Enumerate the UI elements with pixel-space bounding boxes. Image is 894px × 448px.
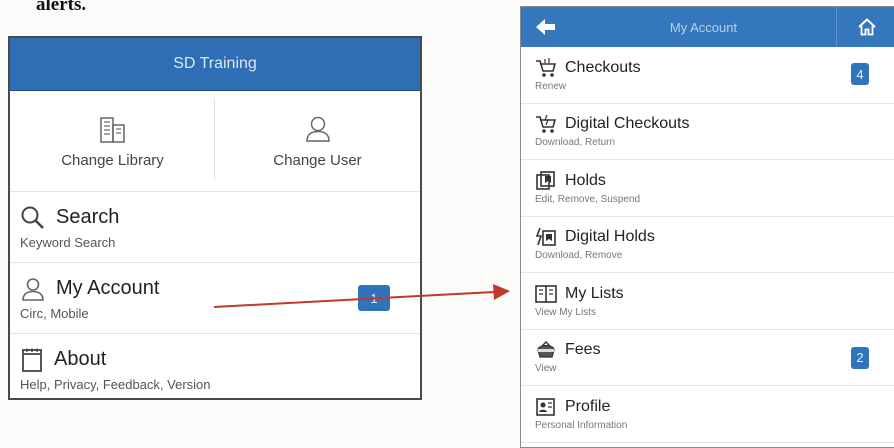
account-item-subtitle: Download, Return xyxy=(535,137,616,149)
account-item-subtitle: View xyxy=(535,363,557,375)
account-item-title: My Lists xyxy=(565,284,624,302)
account-item-subtitle: Renew xyxy=(535,80,567,92)
account-item-fees[interactable]: Fees View 2 xyxy=(521,330,894,386)
app-header: SD Training xyxy=(10,38,420,91)
quick-actions-row: Change Library Change User xyxy=(10,91,420,192)
checkouts-count-badge: 4 xyxy=(851,63,869,85)
my-account-screen: My Account Checkouts Renew 4 Digital Che… xyxy=(520,6,894,448)
library-building-icon xyxy=(99,116,125,143)
menu-item-subtitle: Keyword Search xyxy=(20,234,116,250)
account-item-title: Holds xyxy=(565,171,606,189)
account-item-profile[interactable]: Profile Personal Information xyxy=(521,386,894,443)
account-item-title: Digital Holds xyxy=(565,228,655,246)
digital-holds-icon xyxy=(535,227,556,247)
change-user-label: Change User xyxy=(273,151,362,169)
account-item-subtitle: Edit, Remove, Suspend xyxy=(535,193,641,205)
account-item-title: Fees xyxy=(565,341,601,359)
profile-card-icon xyxy=(536,397,555,416)
back-button[interactable] xyxy=(521,7,571,47)
cart-icon xyxy=(536,57,557,77)
back-arrow-icon xyxy=(536,19,555,35)
menu-item-title: About xyxy=(54,348,107,370)
notepad-icon xyxy=(22,348,42,372)
change-user-button[interactable]: Change User xyxy=(215,91,420,191)
search-icon xyxy=(21,206,44,229)
menu-item-subtitle: Help, Privacy, Feedback, Version xyxy=(20,376,211,392)
home-button[interactable] xyxy=(836,7,894,47)
account-item-checkouts[interactable]: Checkouts Renew 4 xyxy=(521,47,894,104)
menu-item-my-account[interactable]: My Account Circ, Mobile 1 xyxy=(10,263,420,334)
change-library-label: Change Library xyxy=(61,151,164,169)
account-item-digital-checkouts[interactable]: Digital Checkouts Download, Return xyxy=(521,104,894,160)
menu-item-title: Search xyxy=(56,206,120,228)
lists-book-icon xyxy=(535,284,557,303)
account-item-subtitle: Personal Information xyxy=(535,419,628,431)
account-item-digital-holds[interactable]: Digital Holds Download, Remove xyxy=(521,217,894,273)
alert-count-badge: 1 xyxy=(358,285,390,311)
account-item-title: Digital Checkouts xyxy=(565,115,690,133)
fees-count-badge: 2 xyxy=(851,346,869,369)
app-header-title: SD Training xyxy=(173,55,257,72)
fees-bag-icon xyxy=(537,341,555,358)
account-header: My Account xyxy=(521,7,894,47)
account-item-subtitle: View My Lists xyxy=(535,306,596,318)
document-text-fragment: alerts. xyxy=(36,0,87,15)
account-item-my-lists[interactable]: My Lists View My Lists xyxy=(521,273,894,330)
menu-item-about[interactable]: About Help, Privacy, Feedback, Version xyxy=(10,334,420,404)
account-item-subtitle: Download, Remove xyxy=(535,250,623,262)
user-icon xyxy=(305,116,330,142)
account-item-title: Profile xyxy=(565,397,611,415)
holds-book-icon xyxy=(536,170,555,190)
main-menu-screen: SD Training Change Library Change User S… xyxy=(8,36,422,400)
digital-cart-icon xyxy=(536,115,557,134)
account-item-title: Checkouts xyxy=(565,58,641,76)
account-item-holds[interactable]: Holds Edit, Remove, Suspend xyxy=(521,160,894,217)
change-library-button[interactable]: Change Library xyxy=(10,91,215,191)
menu-item-search[interactable]: Search Keyword Search xyxy=(10,192,420,263)
user-icon xyxy=(22,277,44,301)
home-icon xyxy=(858,18,876,36)
menu-item-title: My Account xyxy=(56,277,160,299)
account-header-title: My Account xyxy=(669,19,738,35)
